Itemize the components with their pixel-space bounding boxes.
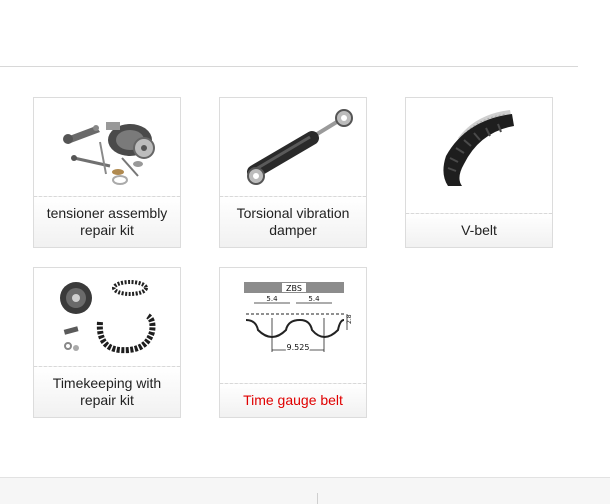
svg-text:9.525: 9.525 [287,343,310,352]
timing-belt-diagram: ZBS 5.4 5.4 2.8 9.525 [220,268,366,383]
timing-kit-image [34,268,180,366]
product-card-timing-belt[interactable]: ZBS 5.4 5.4 2.8 9.525 Time gauge belt [219,267,367,418]
svg-text:2.8: 2.8 [346,314,353,324]
footer-bar [0,477,610,504]
v-belt-image [406,98,552,213]
tensioner-kit-image [34,98,180,196]
product-card-damper[interactable]: Torsional vibration damper [219,97,367,248]
product-label[interactable]: Torsional vibration damper [220,196,366,247]
product-label[interactable]: Timekeeping with repair kit [34,366,180,417]
product-card-timing-kit[interactable]: Timekeeping with repair kit [33,267,181,418]
header-divider [0,66,578,67]
product-card-v-belt[interactable]: V-belt [405,97,553,248]
damper-image [220,98,366,196]
svg-text:5.4: 5.4 [266,295,278,303]
product-label[interactable]: tensioner assembly repair kit [34,196,180,247]
svg-text:5.4: 5.4 [308,295,320,303]
footer-divider [317,493,318,504]
product-label[interactable]: Time gauge belt [220,383,366,417]
svg-text:ZBS: ZBS [286,284,302,293]
product-card-tensioner-kit[interactable]: tensioner assembly repair kit [33,97,181,248]
product-label[interactable]: V-belt [406,213,552,247]
